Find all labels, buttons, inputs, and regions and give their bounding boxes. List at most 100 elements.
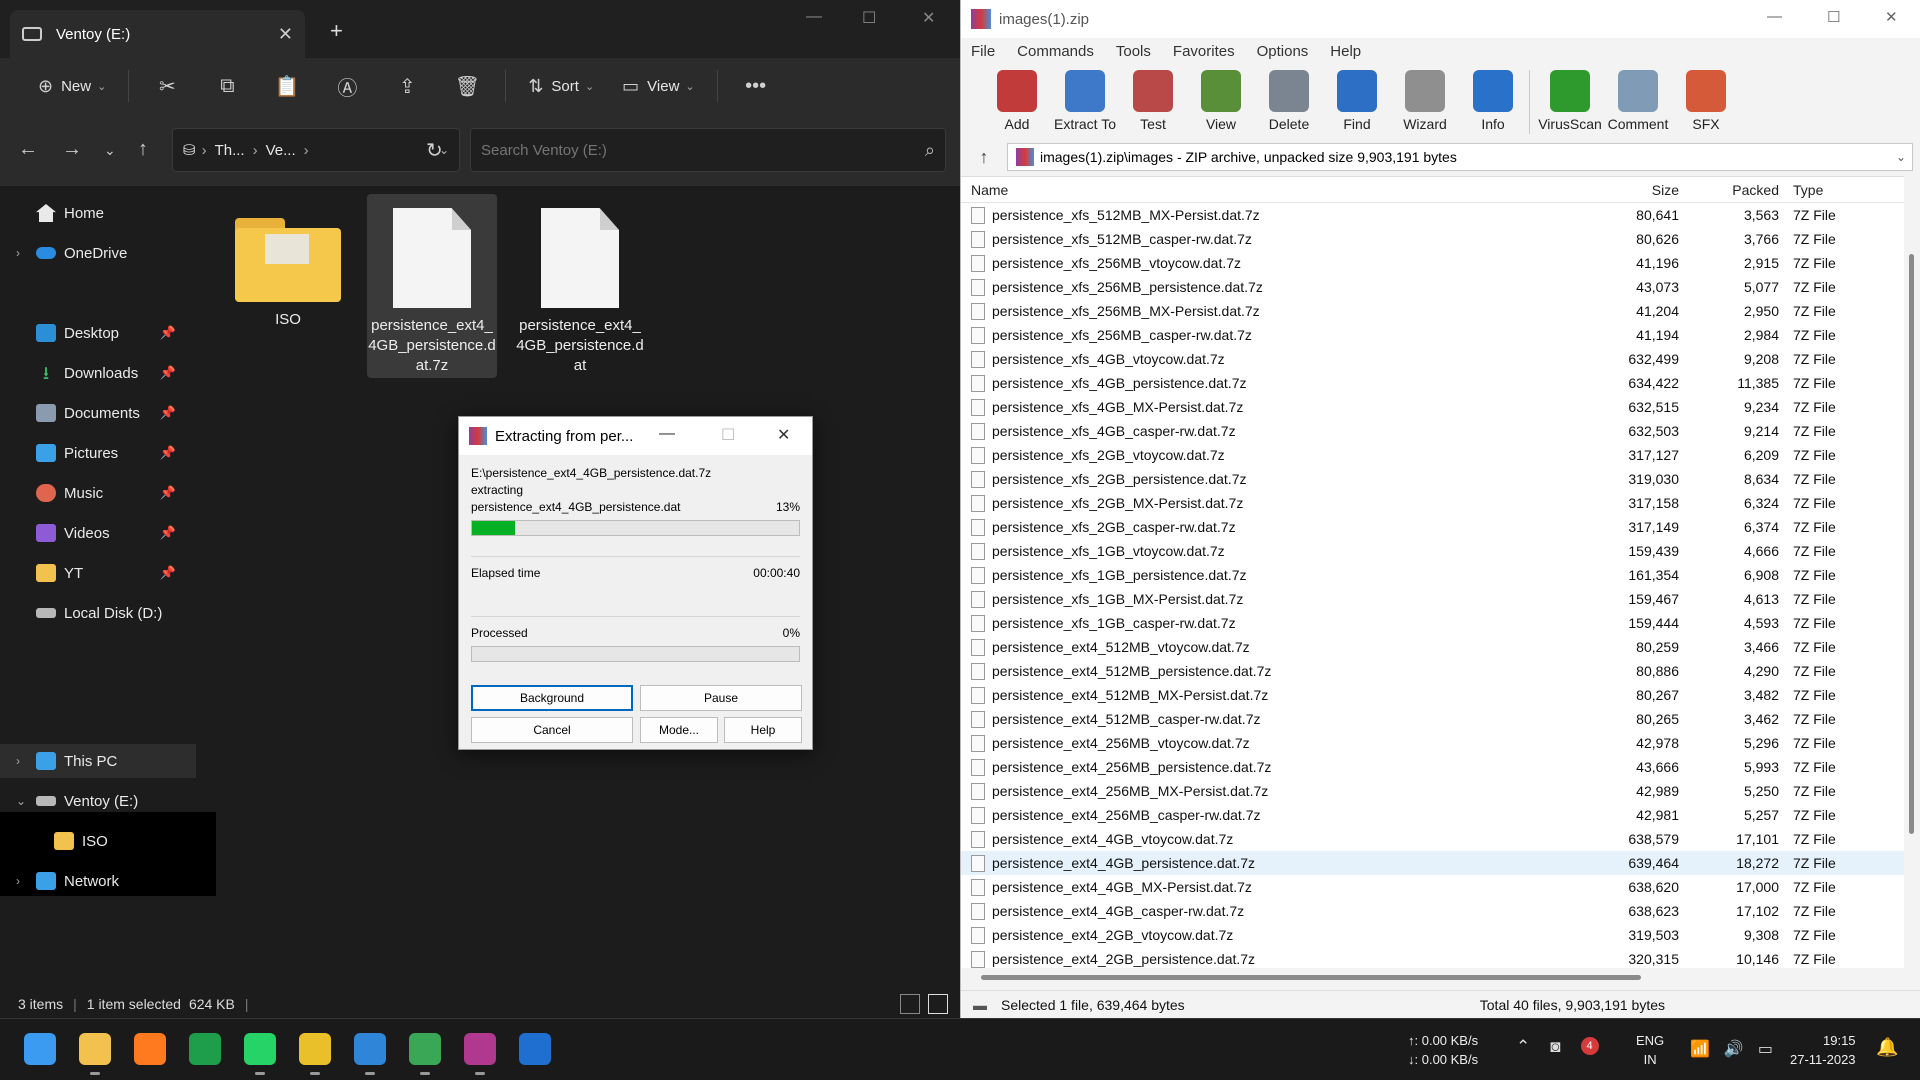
share-icon[interactable]: ⇪ [377,74,437,99]
minimize-icon[interactable]: — [659,425,675,443]
table-row[interactable]: persistence_xfs_2GB_persistence.dat.7z 31… [961,467,1905,491]
column-header-size[interactable]: Size [1601,182,1679,198]
notifications-icon[interactable]: 🔔 [1876,1037,1898,1058]
maximize-icon[interactable]: ☐ [1827,8,1840,26]
sidebar-item-local-disk[interactable]: Local Disk (D:) [0,596,196,630]
sidebar-item-documents[interactable]: Documents 📌 [0,396,196,430]
up-arrow-icon[interactable]: ↑ [961,147,1007,168]
details-view-icon[interactable] [900,994,920,1014]
sidebar-item-pictures[interactable]: Pictures 📌 [0,436,196,470]
expand-chevron-icon[interactable]: › [16,754,36,768]
search-input[interactable] [481,141,925,159]
background-button[interactable]: Background [471,685,633,711]
column-header-type[interactable]: Type [1779,182,1889,198]
refresh-icon[interactable]: ↻ [426,138,443,163]
file-tile-selected[interactable]: persistence_ext4_4GB_persistence.dat.7z [367,194,497,378]
recent-chevron-icon[interactable]: ⌄ [104,142,116,159]
table-row[interactable]: persistence_ext4_2GB_persistence.dat.7z 3… [961,947,1905,971]
tiles-view-icon[interactable] [928,994,948,1014]
sort-button[interactable]: ⇅ Sort ⌄ [514,66,608,106]
toolbar-add-button[interactable]: Add [983,64,1051,142]
column-header-name[interactable]: Name [961,182,1601,198]
explorer-tab[interactable]: Ventoy (E:) ✕ [10,10,305,58]
breadcrumb-item-ventoy[interactable]: Ve... [266,142,296,159]
taskbar-paint-icon[interactable] [354,1033,386,1075]
toolbar-find-button[interactable]: Find [1323,64,1391,142]
maximize-icon[interactable]: ☐ [862,8,876,28]
table-row[interactable]: persistence_ext4_256MB_casper-rw.dat.7z 4… [961,803,1905,827]
sidebar-item-ventoy[interactable]: ⌄ Ventoy (E:) [0,784,196,818]
table-row[interactable]: persistence_ext4_4GB_persistence.dat.7z 6… [961,851,1905,875]
scrollbar-thumb[interactable] [1909,254,1914,834]
battery-icon[interactable]: ▭ [1758,1039,1773,1059]
table-row[interactable]: persistence_xfs_256MB_MX-Persist.dat.7z 4… [961,299,1905,323]
table-row[interactable]: persistence_xfs_256MB_persistence.dat.7z… [961,275,1905,299]
archive-path-field[interactable]: images(1).zip\images - ZIP archive, unpa… [1007,143,1913,171]
table-row[interactable]: persistence_xfs_4GB_MX-Persist.dat.7z 632… [961,395,1905,419]
table-row[interactable]: persistence_xfs_256MB_vtoycow.dat.7z 41,1… [961,251,1905,275]
wifi-icon[interactable]: 📶 [1690,1039,1710,1059]
pin-icon[interactable]: 📌 [160,365,176,381]
expand-chevron-icon[interactable]: › [16,874,36,888]
minimize-icon[interactable]: — [806,8,822,26]
rename-icon[interactable]: Ⓐ [317,72,377,101]
table-row[interactable]: persistence_xfs_2GB_casper-rw.dat.7z 317,… [961,515,1905,539]
pause-button[interactable]: Pause [640,685,802,711]
table-row[interactable]: persistence_ext4_256MB_vtoycow.dat.7z 42,… [961,731,1905,755]
sidebar-item-network[interactable]: › Network [0,864,196,898]
new-tab-icon[interactable]: + [330,18,343,44]
path-dropdown-icon[interactable]: ⌄ [1896,150,1906,164]
taskbar-defender-icon[interactable] [519,1033,551,1065]
pin-icon[interactable]: 📌 [160,565,176,581]
tab-close-icon[interactable]: ✕ [278,24,293,45]
clock[interactable]: 19:15 27-11-2023 [1790,1031,1856,1069]
toolbar-delete-button[interactable]: Delete [1255,64,1323,142]
table-row[interactable]: persistence_ext4_4GB_casper-rw.dat.7z 638… [961,899,1905,923]
pin-icon[interactable]: 📌 [160,485,176,501]
volume-icon[interactable]: 🔊 [1724,1039,1744,1059]
expand-chevron-icon[interactable]: › [16,246,36,260]
toolbar-sfx-button[interactable]: SFX [1672,64,1740,142]
menu-commands[interactable]: Commands [1017,43,1094,60]
table-row[interactable]: persistence_ext4_4GB_vtoycow.dat.7z 638,5… [961,827,1905,851]
up-arrow-icon[interactable]: ↑ [138,138,148,161]
table-row[interactable]: persistence_xfs_256MB_casper-rw.dat.7z 41… [961,323,1905,347]
pin-icon[interactable]: 📌 [160,525,176,541]
table-row[interactable]: persistence_xfs_4GB_casper-rw.dat.7z 632,… [961,419,1905,443]
table-row[interactable]: persistence_xfs_2GB_vtoycow.dat.7z 317,12… [961,443,1905,467]
toolbar-wizard-button[interactable]: Wizard [1391,64,1459,142]
back-arrow-icon[interactable]: ← [18,138,38,161]
tray-app-icon[interactable]: ◙ [1550,1037,1560,1057]
table-row[interactable]: persistence_ext4_512MB_persistence.dat.7… [961,659,1905,683]
table-row[interactable]: persistence_ext4_4GB_MX-Persist.dat.7z 63… [961,875,1905,899]
table-row[interactable]: persistence_xfs_1GB_casper-rw.dat.7z 159,… [961,611,1905,635]
breadcrumb[interactable]: ⛁ › Th... › Ve... › ⌄ [172,128,460,172]
table-row[interactable]: persistence_ext4_256MB_MX-Persist.dat.7z… [961,779,1905,803]
table-row[interactable]: persistence_ext4_512MB_MX-Persist.dat.7z… [961,683,1905,707]
forward-arrow-icon[interactable]: → [62,138,82,161]
toolbar-info-button[interactable]: Info [1459,64,1527,142]
table-row[interactable]: persistence_xfs_4GB_vtoycow.dat.7z 632,49… [961,347,1905,371]
toolbar-extract-to-button[interactable]: Extract To [1051,64,1119,142]
toolbar-view-button[interactable]: View [1187,64,1255,142]
search-field[interactable]: ⌕ [470,128,946,172]
column-header-packed[interactable]: Packed [1679,182,1779,198]
vertical-scrollbar[interactable] [1904,176,1920,968]
sidebar-item-onedrive[interactable]: › OneDrive [0,236,196,270]
menu-file[interactable]: File [971,43,995,60]
menu-tools[interactable]: Tools [1116,43,1151,60]
mode-button[interactable]: Mode... [640,717,718,743]
sidebar-item-this-pc[interactable]: › This PC [0,744,196,778]
sidebar-item-desktop[interactable]: Desktop 📌 [0,316,196,350]
taskbar-chrome-icon[interactable] [409,1033,441,1075]
table-row[interactable]: persistence_xfs_2GB_MX-Persist.dat.7z 317… [961,491,1905,515]
file-tile[interactable]: persistence_ext4_4GB_persistence.dat [515,194,645,376]
toolbar-virusscan-button[interactable]: VirusScan [1536,64,1604,142]
file-tile-iso-folder[interactable]: ISO [223,194,353,330]
sidebar-item-home[interactable]: Home [0,196,196,230]
pin-icon[interactable]: 📌 [160,405,176,421]
minimize-icon[interactable]: — [1767,8,1782,25]
taskbar-file-explorer-icon[interactable] [79,1033,111,1075]
breadcrumb-item-this-pc[interactable]: Th... [215,142,245,159]
new-button[interactable]: ⊕ New ⌄ [24,66,120,106]
